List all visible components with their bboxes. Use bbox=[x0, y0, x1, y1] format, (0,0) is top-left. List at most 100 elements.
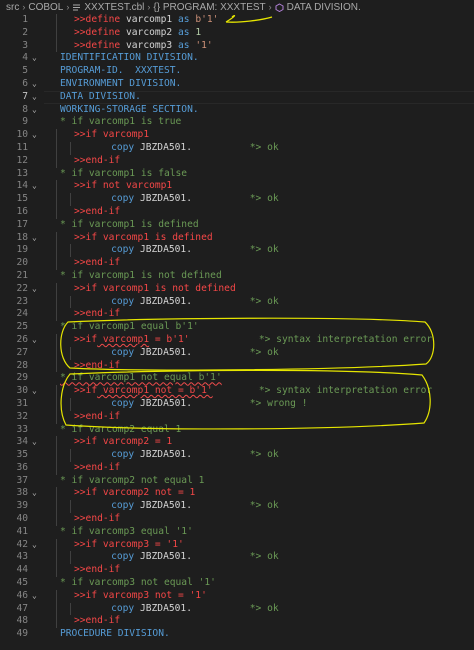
code-text[interactable]: >>end-if bbox=[74, 564, 120, 577]
code-text[interactable]: * if varcomp1 equal b'1' bbox=[60, 321, 199, 334]
code-text[interactable]: * if varcomp3 equal '1' bbox=[60, 526, 193, 539]
breadcrumb-data-division[interactable]: DATA DIVISION. bbox=[287, 2, 361, 13]
code-line[interactable]: 36 >>end-if bbox=[0, 461, 474, 475]
breadcrumb-cobol[interactable]: COBOL bbox=[28, 2, 63, 13]
code-text[interactable]: >>if not varcomp1 bbox=[74, 180, 172, 193]
fold-chevron-icon[interactable]: ⌄ bbox=[32, 539, 42, 552]
code-text[interactable]: copy JBZDA501. *> ok bbox=[88, 193, 279, 206]
code-line[interactable]: 11 copy JBZDA501. *> ok bbox=[0, 141, 474, 155]
code-editor[interactable]: 1 >>define varcomp1 as b'1' 2 >>define varc… bbox=[0, 14, 474, 641]
code-text[interactable]: WORKING-STORAGE SECTION. bbox=[60, 104, 199, 117]
code-line[interactable]: 44 >>end-if bbox=[0, 564, 474, 578]
code-text[interactable]: copy JBZDA501. *> ok bbox=[88, 347, 279, 360]
code-line[interactable]: 15 copy JBZDA501. *> ok bbox=[0, 193, 474, 206]
code-text[interactable]: >>if varcomp2 not = 1 bbox=[74, 487, 195, 500]
code-line[interactable]: 31 copy JBZDA501. *> wrong ! bbox=[0, 397, 474, 411]
code-line[interactable]: 45 * if varcomp3 not equal '1' bbox=[0, 577, 474, 590]
code-text[interactable]: >>end-if bbox=[74, 308, 120, 321]
code-line[interactable]: 2 >>define varcomp2 as 1 bbox=[0, 26, 474, 40]
code-line[interactable]: 20 >>end-if bbox=[0, 257, 474, 270]
code-text[interactable]: >>if varcomp1 not = b'1' *> syntax inter… bbox=[74, 385, 432, 398]
code-line[interactable]: 9 * if varcomp1 is true bbox=[0, 116, 474, 129]
code-line[interactable]: 5 PROGRAM-ID. XXXTEST. bbox=[0, 65, 474, 78]
code-line[interactable]: 16 >>end-if bbox=[0, 205, 474, 219]
code-line[interactable]: 49 PROCEDURE DIVISION. bbox=[0, 628, 474, 641]
code-text[interactable]: DATA DIVISION. bbox=[60, 91, 141, 104]
code-text[interactable]: >>if varcomp1 is not defined bbox=[74, 283, 236, 296]
code-text[interactable]: * if varcomp2 equal 1 bbox=[60, 424, 181, 437]
fold-chevron-icon[interactable]: ⌄ bbox=[32, 129, 42, 142]
code-text[interactable]: IDENTIFICATION DIVISION. bbox=[60, 52, 199, 65]
code-line[interactable]: 10 ⌄ >>if varcomp1 bbox=[0, 129, 474, 142]
code-text[interactable]: copy JBZDA501. *> ok bbox=[88, 142, 279, 155]
code-line[interactable]: 25 * if varcomp1 equal b'1' bbox=[0, 321, 474, 334]
code-text[interactable]: copy JBZDA501. *> ok bbox=[88, 603, 279, 616]
code-line[interactable]: 23 copy JBZDA501. *> ok bbox=[0, 295, 474, 309]
fold-chevron-icon[interactable]: ⌄ bbox=[32, 180, 42, 193]
code-text[interactable]: >>end-if bbox=[74, 513, 120, 526]
code-text[interactable]: copy JBZDA501. *> ok bbox=[88, 244, 279, 257]
code-text[interactable]: >>if varcomp3 = '1' bbox=[74, 539, 184, 552]
fold-chevron-icon[interactable]: ⌄ bbox=[32, 436, 42, 449]
code-line[interactable]: 43 copy JBZDA501. *> ok bbox=[0, 551, 474, 565]
breadcrumb-program[interactable]: {} PROGRAM: XXXTEST bbox=[153, 2, 265, 13]
code-text[interactable]: * if varcomp1 is not defined bbox=[60, 270, 222, 283]
code-text[interactable]: copy JBZDA501. *> ok bbox=[88, 449, 279, 462]
code-line[interactable]: 27 copy JBZDA501. *> ok bbox=[0, 346, 474, 360]
fold-chevron-icon[interactable]: ⌄ bbox=[32, 52, 42, 65]
code-text[interactable]: * if varcomp3 not equal '1' bbox=[60, 577, 216, 590]
code-text[interactable]: >>define varcomp3 as '1' bbox=[74, 40, 213, 53]
code-line[interactable]: 33 * if varcomp2 equal 1 bbox=[0, 424, 474, 437]
code-text[interactable]: >>end-if bbox=[74, 411, 120, 424]
code-text[interactable]: * if varcomp1 is defined bbox=[60, 219, 199, 232]
code-text[interactable]: >>end-if bbox=[74, 615, 120, 628]
code-line[interactable]: 42 ⌄ >>if varcomp3 = '1' bbox=[0, 538, 474, 552]
code-text[interactable]: * if varcomp1 not equal b'1' bbox=[60, 372, 222, 385]
code-line[interactable]: 6 ⌄ ENVIRONMENT DIVISION. bbox=[0, 78, 474, 91]
code-line[interactable]: 46 ⌄ >>if varcomp3 not = '1' bbox=[0, 589, 474, 603]
breadcrumb-file[interactable]: XXXTEST.cbl bbox=[84, 2, 144, 13]
fold-chevron-icon[interactable]: ⌄ bbox=[32, 104, 42, 117]
code-line[interactable]: 19 copy JBZDA501. *> ok bbox=[0, 244, 474, 258]
code-text[interactable]: PROGRAM-ID. XXXTEST. bbox=[60, 65, 181, 78]
code-line[interactable]: 35 copy JBZDA501. *> ok bbox=[0, 449, 474, 462]
code-text[interactable]: copy JBZDA501. *> ok bbox=[88, 500, 279, 513]
code-line[interactable]: 21 * if varcomp1 is not defined bbox=[0, 270, 474, 283]
code-line[interactable]: 39 copy JBZDA501. *> ok bbox=[0, 500, 474, 514]
code-text[interactable]: copy JBZDA501. *> ok bbox=[88, 296, 279, 309]
code-text[interactable]: * if varcomp1 is true bbox=[60, 116, 181, 129]
code-text[interactable]: >>define varcomp2 as 1 bbox=[74, 27, 201, 40]
code-line[interactable]: 7 ⌄ DATA DIVISION. bbox=[0, 90, 474, 104]
code-line[interactable]: 3 >>define varcomp3 as '1' bbox=[0, 39, 474, 53]
code-text[interactable]: * if varcomp1 is false bbox=[60, 168, 187, 181]
fold-chevron-icon[interactable]: ⌄ bbox=[32, 283, 42, 296]
code-line[interactable]: 13 * if varcomp1 is false bbox=[0, 168, 474, 181]
code-line[interactable]: 8 ⌄ WORKING-STORAGE SECTION. bbox=[0, 104, 474, 117]
code-text[interactable]: * if varcomp2 not equal 1 bbox=[60, 475, 204, 488]
code-text[interactable]: >>end-if bbox=[74, 257, 120, 270]
code-line[interactable]: 34 ⌄ >>if varcomp2 = 1 bbox=[0, 436, 474, 450]
code-line[interactable]: 22 ⌄ >>if varcomp1 is not defined bbox=[0, 282, 474, 296]
code-text[interactable]: >>end-if bbox=[74, 360, 120, 373]
code-text[interactable]: >>define varcomp1 as b'1' bbox=[74, 14, 218, 27]
fold-chevron-icon[interactable]: ⌄ bbox=[32, 91, 42, 104]
code-line[interactable]: 47 copy JBZDA501. *> ok bbox=[0, 602, 474, 616]
code-text[interactable]: >>end-if bbox=[74, 462, 120, 475]
fold-chevron-icon[interactable]: ⌄ bbox=[32, 334, 42, 347]
code-line[interactable]: 29 * if varcomp1 not equal b'1' bbox=[0, 372, 474, 385]
code-line[interactable]: 40 >>end-if bbox=[0, 513, 474, 526]
code-text[interactable]: >>if varcomp2 = 1 bbox=[74, 436, 172, 449]
code-text[interactable]: PROCEDURE DIVISION. bbox=[60, 628, 170, 641]
code-text[interactable]: copy JBZDA501. *> ok bbox=[88, 551, 279, 564]
code-line[interactable]: 24 >>end-if bbox=[0, 308, 474, 322]
code-text[interactable]: >>if varcomp1 bbox=[74, 129, 149, 142]
fold-chevron-icon[interactable]: ⌄ bbox=[32, 590, 42, 603]
code-line[interactable]: 48 >>end-if bbox=[0, 615, 474, 629]
code-line[interactable]: 41 * if varcomp3 equal '1' bbox=[0, 526, 474, 539]
code-line[interactable]: 26 ⌄ >>if varcomp1 = b'1' *> syntax interp… bbox=[0, 333, 474, 347]
code-line[interactable]: 12 >>end-if bbox=[0, 154, 474, 168]
code-line[interactable]: 30 ⌄ >>if varcomp1 not = b'1' *> syntax in… bbox=[0, 385, 474, 398]
code-line[interactable]: 38 ⌄ >>if varcomp2 not = 1 bbox=[0, 487, 474, 501]
fold-chevron-icon[interactable]: ⌄ bbox=[32, 385, 42, 398]
fold-chevron-icon[interactable]: ⌄ bbox=[32, 487, 42, 500]
